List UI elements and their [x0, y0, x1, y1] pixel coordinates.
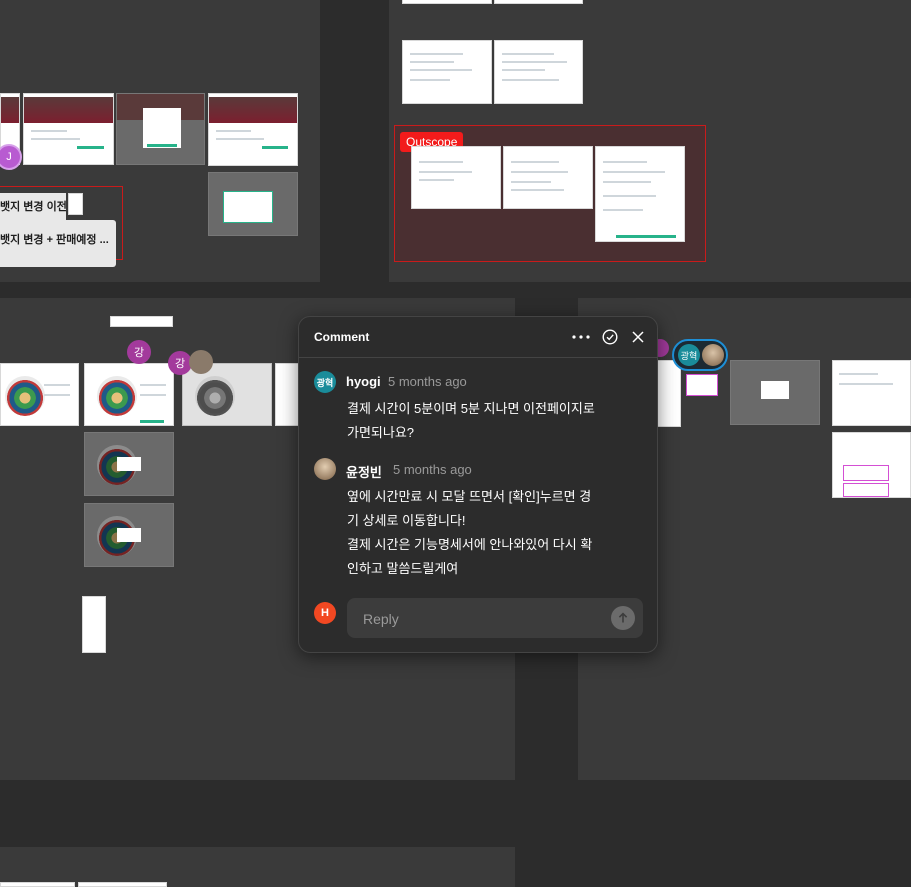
comment-author-avatar: 광혁	[314, 371, 336, 393]
frame-thumbnail[interactable]	[494, 40, 583, 104]
comment-line: 결제 시간은 기능명세서에 안나와있어 다시 확	[347, 537, 593, 552]
avatar-label: 강	[174, 358, 186, 370]
frame-thumbnail[interactable]	[110, 316, 173, 327]
frame-thumbnail[interactable]	[832, 360, 911, 426]
comment-timestamp: 5 months ago	[388, 374, 467, 389]
arrow-up-icon	[618, 612, 628, 623]
frame-tag-badge-change-before[interactable]: 뱃지 변경 이전	[0, 193, 66, 220]
comment-timestamp: 5 months ago	[393, 462, 472, 477]
frame-thumbnail[interactable]	[730, 360, 820, 425]
frame-thumbnail[interactable]	[402, 0, 492, 4]
comment-author: hyogi	[346, 374, 381, 389]
reply-input[interactable]	[361, 598, 605, 640]
frame-thumbnail[interactable]	[82, 596, 106, 653]
reply-box	[347, 598, 643, 640]
frame-thumbnail[interactable]	[84, 363, 174, 426]
frame-thumbnail[interactable]	[0, 363, 79, 426]
comment-line: 가면되나요?	[347, 425, 415, 440]
frame-tag-badge-change-presale[interactable]: 뱃지 변경 + 판매예정 ...	[0, 220, 116, 267]
comment-line: 기 상세로 이동합니다!	[347, 513, 466, 528]
frame-thumbnail[interactable]	[68, 193, 83, 215]
frame-thumbnail[interactable]	[116, 93, 205, 165]
comment-line: 인하고 말씀드릴게여	[347, 561, 459, 576]
frame-thumbnail[interactable]	[494, 0, 583, 4]
frame-thumbnail[interactable]	[402, 40, 492, 104]
frame-thumbnail[interactable]	[23, 93, 114, 165]
canvas-section-bottom	[0, 847, 515, 887]
collaborator-avatar-kwanghyuk[interactable]: 광혁	[672, 339, 728, 371]
frame-thumbnail[interactable]	[411, 146, 501, 209]
frame-thumbnail[interactable]	[655, 360, 681, 427]
frame-thumbnail[interactable]	[78, 882, 167, 887]
tag-label: 뱃지 변경 이전	[0, 201, 66, 213]
comment-panel-title: Comment	[314, 330, 370, 344]
comment-body: 옆에 시간만료 시 모달 뜨면서 [확인]누르면 경 기 상세로 이동합니다! …	[347, 485, 627, 581]
send-button[interactable]	[611, 606, 635, 630]
comment-panel-header: Comment	[299, 317, 657, 358]
more-icon[interactable]	[571, 327, 591, 347]
collaborator-avatar-kang[interactable]: 강	[127, 340, 151, 364]
tag-label: 뱃지 변경 + 판매예정 ...	[0, 234, 109, 246]
close-icon[interactable]	[628, 327, 648, 347]
current-user-avatar: H	[314, 602, 336, 624]
collaborator-avatar-photo[interactable]	[189, 350, 213, 374]
avatar-label: 광혁	[678, 344, 700, 366]
comment-author-avatar	[314, 458, 336, 480]
frame-thumbnail[interactable]	[503, 146, 593, 209]
comment-panel: Comment 광혁 hyogi 5 months ago 결제 시간이 5분이…	[298, 316, 658, 653]
comment-body: 결제 시간이 5분이며 5분 지나면 이전페이지로 가면되나요?	[347, 397, 627, 445]
frame-thumbnail[interactable]	[275, 363, 299, 426]
avatar-photo	[702, 344, 724, 366]
frame-thumbnail[interactable]	[208, 93, 298, 166]
frame-thumbnail[interactable]	[0, 882, 75, 887]
frame-thumbnail[interactable]	[208, 172, 298, 236]
frame-thumbnail[interactable]	[595, 146, 685, 242]
check-circle-icon[interactable]	[600, 327, 620, 347]
frame-thumbnail[interactable]	[832, 432, 911, 498]
comment-line: 결제 시간이 5분이며 5분 지나면 이전페이지로	[347, 401, 595, 416]
frame-thumbnail[interactable]	[686, 374, 718, 396]
comment-author: 윤정빈	[346, 465, 382, 480]
avatar-label: 강	[133, 347, 145, 359]
comment-line: 옆에 시간만료 시 모달 뜨면서 [확인]누르면 경	[347, 489, 592, 504]
frame-thumbnail[interactable]	[84, 432, 174, 496]
frame-thumbnail[interactable]	[84, 503, 174, 567]
avatar-label: J	[6, 151, 12, 163]
